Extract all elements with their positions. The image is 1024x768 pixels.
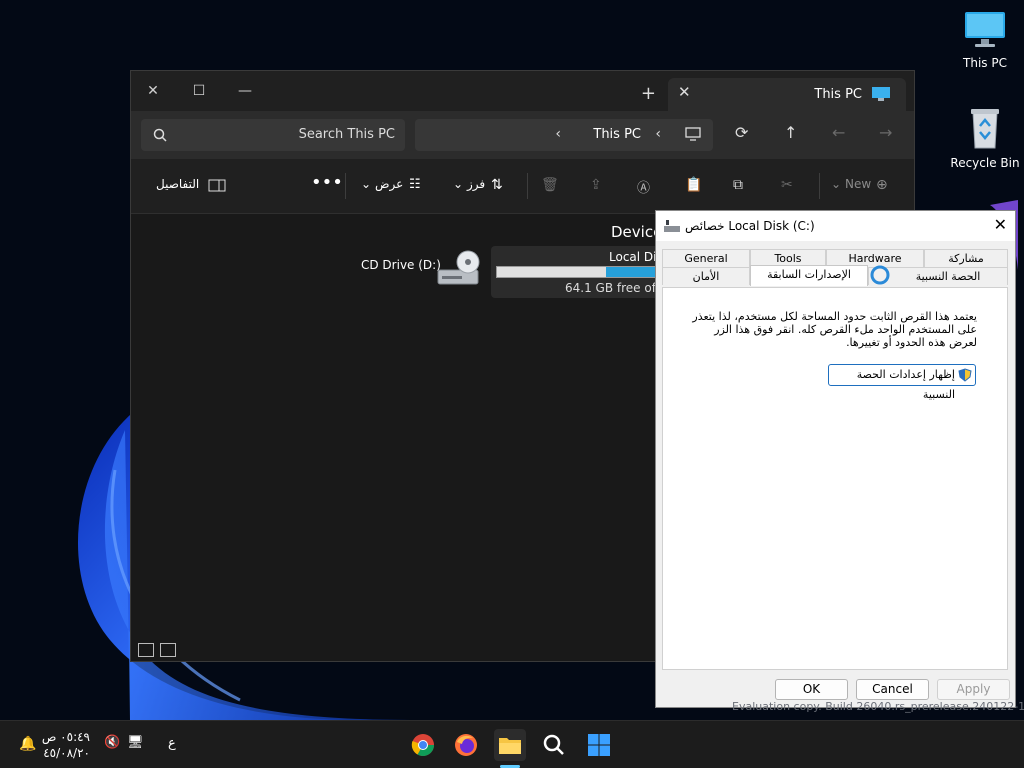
drive-cd-label[interactable]: CD Drive (D:) bbox=[361, 258, 441, 272]
properties-dialog: خصائص Local Disk (C:) ✕ General Tools Ha… bbox=[655, 210, 1016, 708]
list-view-toggle[interactable] bbox=[160, 643, 176, 657]
chevron-down-icon: ⌄ bbox=[831, 177, 842, 191]
dialog-title-bar: خصائص Local Disk (C:) ✕ bbox=[656, 211, 1015, 241]
focus-ring-icon bbox=[870, 265, 890, 285]
delete-icon[interactable]: 🗑 bbox=[541, 177, 559, 193]
close-icon[interactable]: ✕ bbox=[994, 215, 1007, 234]
monitor-icon bbox=[872, 87, 890, 101]
address-bar: Search This PC ‹ This PC ‹ ⟳ ↑ ← → bbox=[131, 111, 914, 159]
view-button[interactable]: عرض bbox=[375, 177, 403, 191]
view-icon: ☷ bbox=[409, 177, 421, 192]
drive-local-disk[interactable]: Local Disk 64.1 GB free of 99 bbox=[491, 246, 675, 298]
paste-icon[interactable]: 📋 bbox=[685, 177, 702, 193]
desktop-icon-recycle-bin[interactable]: Recycle Bin bbox=[950, 106, 1020, 170]
quota-description: يعتمد هذا القرص الثابت حدود المساحة لكل … bbox=[692, 310, 977, 349]
title-bar: ✕ ☐ — + ✕ This PC bbox=[131, 71, 914, 111]
uac-shield-icon bbox=[958, 368, 972, 382]
tab-panel-quota: يعتمد هذا القرص الثابت حدود المساحة لكل … bbox=[662, 287, 1008, 670]
search-icon[interactable] bbox=[538, 729, 570, 761]
tab-sharing[interactable]: مشاركة bbox=[924, 249, 1008, 267]
apply-button[interactable]: Apply bbox=[937, 679, 1010, 700]
sort-icon: ⇅ bbox=[491, 177, 503, 193]
up-button[interactable]: ↑ bbox=[784, 123, 797, 142]
tab-general[interactable]: General bbox=[662, 249, 750, 267]
sort-button[interactable]: فرز bbox=[467, 177, 485, 191]
input-language-indicator[interactable]: ع bbox=[168, 736, 176, 751]
tab-this-pc[interactable]: ✕ This PC bbox=[668, 78, 906, 111]
command-bar: التفاصيل ••• ⌄ عرض ☷ ⌄ فرز ⇅ 🗑 ⇪ Ⓐ 📋 ⧉ ✂… bbox=[131, 159, 914, 214]
details-button[interactable]: التفاصيل bbox=[156, 177, 199, 191]
show-quota-settings-button[interactable]: إظهار إعدادات الحصة النسبية bbox=[828, 364, 976, 401]
system-clock[interactable]: ٠٥:٤٩ ص ٤٥/٠٨/٢٠ bbox=[40, 729, 90, 761]
recycle-bin-icon bbox=[971, 109, 999, 149]
ok-button[interactable]: OK bbox=[775, 679, 848, 700]
details-view-toggle[interactable] bbox=[138, 643, 154, 657]
monitor-icon bbox=[685, 127, 701, 141]
cut-icon[interactable]: ✂ bbox=[781, 177, 793, 193]
chevron-down-icon: ⌄ bbox=[453, 177, 464, 191]
search-placeholder: Search This PC bbox=[298, 127, 395, 142]
share-icon[interactable]: ⇪ bbox=[590, 177, 602, 193]
chevron-left-icon[interactable]: ‹ bbox=[655, 126, 661, 142]
file-explorer-icon[interactable] bbox=[494, 729, 526, 761]
tab-title: This PC bbox=[814, 87, 862, 102]
drive-usage-bar bbox=[496, 266, 666, 278]
volume-muted-icon[interactable]: 🔇 bbox=[104, 735, 120, 750]
firefox-icon[interactable] bbox=[450, 729, 482, 761]
start-icon[interactable] bbox=[583, 729, 615, 761]
cd-drive-icon bbox=[437, 250, 480, 285]
tab-quota-label: الحصة النسبية bbox=[915, 270, 981, 283]
breadcrumb[interactable]: ‹ This PC ‹ bbox=[415, 119, 713, 151]
network-icon[interactable]: 🖥 bbox=[127, 735, 144, 750]
dialog-title: خصائص Local Disk (C:) bbox=[685, 219, 815, 233]
close-window-button[interactable]: ✕ bbox=[139, 77, 167, 105]
taskbar: 🔔 ٠٥:٤٩ ص ٤٥/٠٨/٢٠ 🔇 🖥 ع bbox=[0, 720, 1024, 768]
toolbar-divider bbox=[527, 173, 528, 199]
desktop-icon-label: Recycle Bin bbox=[950, 156, 1020, 170]
details-pane-icon bbox=[208, 179, 226, 192]
evaluation-watermark: Evaluation copy. Build 26040.rs_prerelea… bbox=[732, 700, 1024, 713]
new-button[interactable]: New bbox=[845, 177, 871, 191]
clock-date: ٤٥/٠٨/٢٠ bbox=[43, 746, 90, 760]
monitor-icon bbox=[965, 12, 1005, 47]
desktop-icon-label: This PC bbox=[963, 56, 1007, 70]
toolbar-divider bbox=[819, 173, 820, 199]
tab-previous-versions[interactable]: الإصدارات السابقة bbox=[750, 265, 868, 286]
search-input[interactable]: Search This PC bbox=[141, 119, 405, 151]
refresh-button[interactable]: ⟳ bbox=[735, 123, 748, 142]
breadcrumb-this-pc[interactable]: This PC bbox=[593, 127, 641, 142]
quota-button-label: إظهار إعدادات الحصة النسبية bbox=[856, 368, 955, 401]
back-button[interactable]: ← bbox=[832, 123, 845, 142]
more-options-button[interactable]: ••• bbox=[311, 172, 343, 193]
new-tab-button[interactable]: + bbox=[641, 83, 656, 104]
search-icon bbox=[153, 128, 167, 142]
forward-button[interactable]: → bbox=[879, 123, 892, 142]
copy-icon[interactable]: ⧉ bbox=[733, 177, 743, 193]
close-tab-icon[interactable]: ✕ bbox=[678, 83, 691, 101]
chrome-icon[interactable] bbox=[407, 729, 439, 761]
disk-icon bbox=[664, 220, 680, 232]
cancel-button[interactable]: Cancel bbox=[856, 679, 929, 700]
clock-time: ٠٥:٤٩ ص bbox=[41, 730, 90, 744]
toolbar-divider bbox=[345, 173, 346, 199]
notification-bell-icon[interactable]: 🔔 bbox=[19, 736, 36, 752]
new-icon: ⊕ bbox=[876, 177, 888, 193]
tab-security[interactable]: الأمان bbox=[662, 267, 750, 285]
desktop-icon-this-pc[interactable]: This PC bbox=[950, 10, 1020, 70]
chevron-down-icon: ⌄ bbox=[361, 177, 372, 191]
rename-icon[interactable]: Ⓐ bbox=[637, 177, 650, 196]
minimize-button[interactable]: — bbox=[231, 77, 259, 105]
chevron-left-icon[interactable]: ‹ bbox=[555, 126, 561, 142]
maximize-button[interactable]: ☐ bbox=[185, 77, 213, 105]
